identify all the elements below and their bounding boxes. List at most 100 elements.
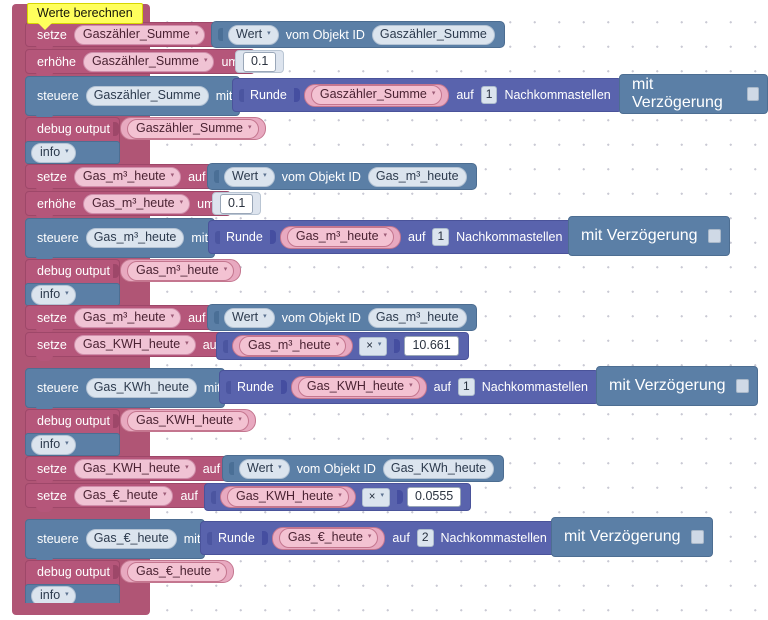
- variable-dropdown[interactable]: Gas_m³_heute ▾: [239, 336, 347, 356]
- variable-dropdown[interactable]: Gas_KWH_heute ▾: [127, 410, 249, 431]
- value-source-dropdown[interactable]: Wert ▾: [228, 24, 279, 45]
- block-control-4[interactable]: steuere Gas_€_heute mit: [25, 519, 214, 563]
- block-control-1[interactable]: steuere Gaszähler_Summe mit: [25, 76, 246, 120]
- block-increment-variable-1[interactable]: erhöhe Gaszähler_Summe ▾ um: [25, 49, 255, 78]
- value-socket: [397, 490, 404, 504]
- log-level-dropdown[interactable]: info ▾: [31, 284, 76, 305]
- block-get-variable-round-3[interactable]: Gas_KWH_heute ▾: [290, 375, 427, 399]
- block-get-variable-debug-3[interactable]: Gas_KWH_heute ▾: [120, 409, 256, 432]
- number-field[interactable]: 0.0555: [407, 487, 462, 507]
- block-get-variable-debug-2[interactable]: Gas_m³_heute ▾: [120, 259, 242, 282]
- debug-level-row-1[interactable]: info ▾: [25, 141, 120, 164]
- delay-option-1[interactable]: mit Verzögerung: [619, 74, 768, 114]
- block-get-variable-round-1[interactable]: Gaszähler_Summe ▾: [303, 83, 450, 107]
- debug-value-1[interactable]: Gaszähler_Summe ▾: [110, 117, 266, 140]
- variable-dropdown[interactable]: Gaszähler_Summe ▾: [82, 51, 215, 72]
- debug-level-row-3[interactable]: info ▾: [25, 433, 120, 456]
- variable-dropdown[interactable]: Gas_KWH_heute ▾: [73, 458, 196, 479]
- keyword-debug-output: debug output: [37, 565, 110, 579]
- variable-dropdown[interactable]: Gas_m³_heute ▾: [286, 227, 395, 247]
- block-control-2[interactable]: steuere Gas_m³_heute mit: [25, 218, 222, 262]
- block-number-1[interactable]: 0.1: [235, 50, 285, 73]
- chevron-down-icon: ▾: [338, 492, 342, 499]
- block-get-variable-debug-1[interactable]: Gaszähler_Summe ▾: [120, 117, 266, 140]
- object-id-field[interactable]: Gas_m³_heute: [367, 166, 467, 187]
- block-get-variable-operand-a-1[interactable]: Gas_m³_heute ▾: [232, 335, 354, 357]
- debug-value-3[interactable]: Gas_KWH_heute ▾: [110, 409, 256, 432]
- variable-dropdown[interactable]: Gas_KWH_heute ▾: [73, 334, 196, 355]
- block-arithmetic-1[interactable]: Gas_m³_heute ▾ × ▾ 10.661: [216, 332, 469, 360]
- number-field[interactable]: 10.661: [404, 336, 459, 356]
- variable-dropdown[interactable]: Gaszähler_Summe ▾: [127, 118, 259, 139]
- block-get-object-value-1[interactable]: Wert ▾ vom Objekt ID Gaszähler_Summe: [211, 21, 505, 48]
- block-round-3[interactable]: Runde Gas_KWH_heute ▾ auf 1 Nachkommaste…: [219, 370, 600, 404]
- block-number-2[interactable]: 0.1: [212, 192, 262, 215]
- delay-option-3[interactable]: mit Verzögerung: [596, 366, 758, 406]
- decimals-field[interactable]: 1: [458, 378, 475, 396]
- debug-value-2[interactable]: Gas_m³_heute ▾: [110, 259, 242, 282]
- variable-dropdown[interactable]: Gas_m³_heute ▾: [82, 193, 191, 214]
- block-get-object-value-4[interactable]: Wert ▾ vom Objekt ID Gas_KWh_heute: [222, 455, 505, 482]
- object-id-field[interactable]: Gas_KWh_heute: [382, 458, 495, 479]
- delay-checkbox[interactable]: [690, 530, 704, 544]
- number-field[interactable]: 0.1: [220, 193, 254, 214]
- chevron-down-icon: ▾: [278, 463, 282, 471]
- decimals-field[interactable]: 1: [432, 228, 450, 246]
- blockly-workspace[interactable]: setze Gaszähler_Summe ▾ auf Wert ▾ vom O…: [0, 0, 768, 620]
- object-id-value: Gas_m³_heute: [375, 309, 459, 324]
- control-target-field[interactable]: Gas_m³_heute: [85, 228, 185, 248]
- control-target-value: Gas_m³_heute: [93, 230, 177, 244]
- value-socket: [113, 121, 119, 136]
- block-control-3[interactable]: steuere Gas_KWh_heute mit: [25, 368, 234, 412]
- block-get-object-value-2[interactable]: Wert ▾ vom Objekt ID Gas_m³_heute: [207, 163, 477, 190]
- block-set-variable-4[interactable]: setze Gas_KWH_heute ▾ auf: [25, 332, 247, 361]
- block-get-variable-debug-4[interactable]: Gas_€_heute ▾: [120, 560, 234, 583]
- variable-dropdown[interactable]: Gas_KWH_heute ▾: [227, 487, 349, 507]
- block-get-variable-operand-a-2[interactable]: Gas_KWH_heute ▾: [220, 486, 356, 508]
- delay-option-2[interactable]: mit Verzögerung: [568, 216, 730, 256]
- object-id-field[interactable]: Gaszähler_Summe: [371, 24, 495, 45]
- block-round-2[interactable]: Runde Gas_m³_heute ▾ auf 1 Nachkommastel…: [208, 220, 574, 254]
- delay-checkbox[interactable]: [747, 87, 759, 101]
- variable-dropdown[interactable]: Gas_m³_heute ▾: [73, 307, 182, 328]
- variable-dropdown[interactable]: Gas_€_heute ▾: [127, 561, 227, 582]
- delay-checkbox[interactable]: [707, 229, 721, 243]
- block-set-variable-6[interactable]: setze Gas_€_heute ▾ auf: [25, 483, 221, 512]
- number-field[interactable]: 0.1: [243, 51, 277, 72]
- control-target-field[interactable]: Gas_KWh_heute: [85, 378, 197, 398]
- variable-dropdown[interactable]: Gaszähler_Summe ▾: [310, 85, 443, 105]
- block-round-1[interactable]: Runde Gaszähler_Summe ▾ auf 1 Nachkommas…: [232, 78, 622, 112]
- operator-dropdown[interactable]: × ▾: [361, 487, 391, 507]
- chevron-down-icon: ▾: [248, 123, 252, 131]
- variable-name: Gaszähler_Summe: [136, 120, 243, 135]
- value-source-dropdown[interactable]: Wert ▾: [224, 307, 275, 328]
- block-get-variable-round-4[interactable]: Gas_€_heute ▾: [271, 526, 386, 550]
- value-source-dropdown[interactable]: Wert ▾: [224, 166, 275, 187]
- delay-option-4[interactable]: mit Verzögerung: [551, 517, 713, 557]
- block-arithmetic-2[interactable]: Gas_KWH_heute ▾ × ▾ 0.0555: [204, 483, 472, 511]
- variable-dropdown[interactable]: Gas_€_heute ▾: [73, 485, 174, 506]
- variable-dropdown[interactable]: Gas_m³_heute ▾: [127, 260, 235, 281]
- decimals-field[interactable]: 1: [480, 86, 498, 104]
- control-target-field[interactable]: Gas_€_heute: [85, 529, 177, 549]
- block-get-variable-round-2[interactable]: Gas_m³_heute ▾: [279, 225, 402, 249]
- debug-value-4[interactable]: Gas_€_heute ▾: [110, 560, 234, 583]
- variable-dropdown[interactable]: Gas_m³_heute ▾: [73, 166, 182, 187]
- variable-name: Gas_€_heute: [287, 530, 363, 544]
- variable-dropdown[interactable]: Gas_KWH_heute ▾: [297, 377, 420, 397]
- delay-checkbox[interactable]: [735, 379, 749, 393]
- log-level-dropdown[interactable]: info ▾: [31, 434, 76, 455]
- decimals-field[interactable]: 2: [416, 529, 434, 547]
- keyword-setze: setze: [37, 337, 67, 352]
- debug-level-row-2[interactable]: info ▾: [25, 283, 120, 306]
- log-level-dropdown[interactable]: info ▾: [31, 142, 76, 163]
- object-id-field[interactable]: Gas_m³_heute: [367, 307, 467, 328]
- block-round-4[interactable]: Runde Gas_€_heute ▾ auf 2 Nachkommastell…: [200, 521, 558, 555]
- control-target-field[interactable]: Gaszähler_Summe: [85, 86, 209, 106]
- operator-dropdown[interactable]: × ▾: [359, 336, 388, 356]
- variable-dropdown[interactable]: Gas_€_heute ▾: [278, 528, 379, 548]
- value-source-dropdown[interactable]: Wert ▾: [239, 458, 290, 479]
- block-increment-variable-2[interactable]: erhöhe Gas_m³_heute ▾ um: [25, 191, 231, 220]
- block-get-object-value-3[interactable]: Wert ▾ vom Objekt ID Gas_m³_heute: [207, 304, 477, 331]
- variable-dropdown[interactable]: Gaszähler_Summe ▾: [73, 24, 206, 45]
